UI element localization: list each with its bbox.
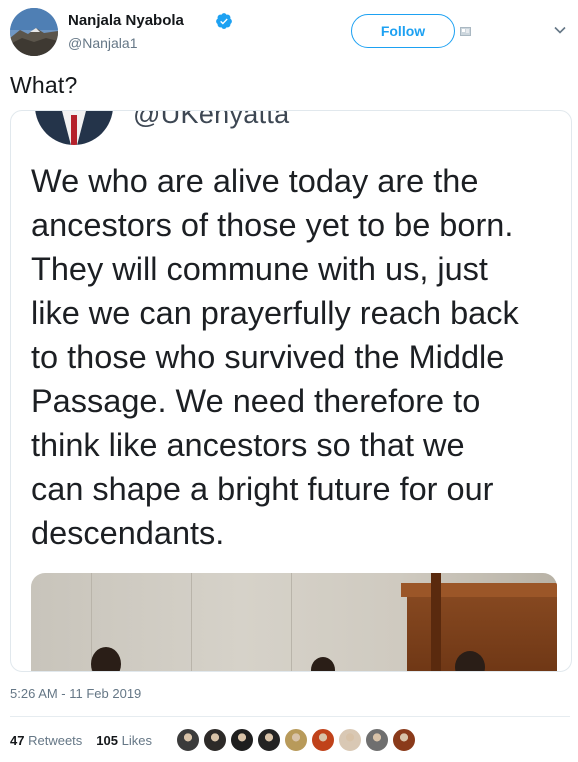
liker-avatar[interactable] xyxy=(338,728,362,752)
embedded-screenshot[interactable]: @UKenyatta We who are alive today are th… xyxy=(10,110,572,672)
tweet-stats: 47 Retweets 105 Likes xyxy=(10,733,152,748)
likes-label: Likes xyxy=(121,733,152,748)
author-avatar[interactable] xyxy=(10,8,58,56)
embedded-quote: We who are alive today are the ancestors… xyxy=(31,159,566,555)
author-handle[interactable]: @Nanjala1 xyxy=(68,35,137,51)
verified-badge-icon xyxy=(216,13,232,29)
liker-avatar[interactable] xyxy=(230,728,254,752)
likers-avatars xyxy=(176,728,419,752)
embedded-handle: @UKenyatta xyxy=(133,110,290,129)
pulpit-top xyxy=(401,583,557,597)
divider xyxy=(10,716,570,717)
quote-line: They will commune with us, just xyxy=(31,251,488,287)
quote-line: like we can prayerfully reach back xyxy=(31,295,519,331)
likes-count: 105 xyxy=(96,733,118,748)
embedded-avatar xyxy=(35,111,113,145)
quote-line: We who are alive today are the xyxy=(31,163,479,199)
retweets-count: 47 xyxy=(10,733,25,748)
liker-avatar[interactable] xyxy=(365,728,389,752)
quote-line: to those who survived the Middle xyxy=(31,339,505,375)
quote-line: can shape a bright future for our xyxy=(31,471,494,507)
embedded-photo xyxy=(31,573,557,671)
pulpit-rail xyxy=(431,573,441,671)
person-head xyxy=(91,647,121,671)
liker-avatar[interactable] xyxy=(203,728,227,752)
tweet-text: What? xyxy=(10,72,78,98)
wall-panel xyxy=(191,573,192,671)
wall-panel xyxy=(291,573,292,671)
tweet-timestamp[interactable]: 5:26 AM - 11 Feb 2019 xyxy=(10,686,141,701)
quote-line: descendants. xyxy=(31,515,225,551)
follow-button[interactable]: Follow xyxy=(351,14,455,48)
retweets-stat[interactable]: 47 Retweets xyxy=(10,733,82,748)
quote-line: think like ancestors so that we xyxy=(31,427,465,463)
author-name[interactable]: Nanjala Nyabola xyxy=(68,12,184,29)
avatar-tie xyxy=(71,115,77,145)
profile-card-icon[interactable] xyxy=(460,27,471,36)
person-head xyxy=(311,657,335,671)
liker-avatar[interactable] xyxy=(284,728,308,752)
liker-avatar[interactable] xyxy=(257,728,281,752)
likes-stat[interactable]: 105 Likes xyxy=(96,733,152,748)
retweets-label: Retweets xyxy=(28,733,83,748)
chevron-down-icon[interactable] xyxy=(554,26,566,34)
tweet: Nanjala Nyabola @Nanjala1 Follow What? @… xyxy=(0,0,578,762)
liker-avatar[interactable] xyxy=(176,728,200,752)
quote-line: ancestors of those yet to be born. xyxy=(31,207,514,243)
liker-avatar[interactable] xyxy=(311,728,335,752)
quote-line: Passage. We need therefore to xyxy=(31,383,481,419)
liker-avatar[interactable] xyxy=(392,728,416,752)
mountain-photo xyxy=(10,8,58,56)
